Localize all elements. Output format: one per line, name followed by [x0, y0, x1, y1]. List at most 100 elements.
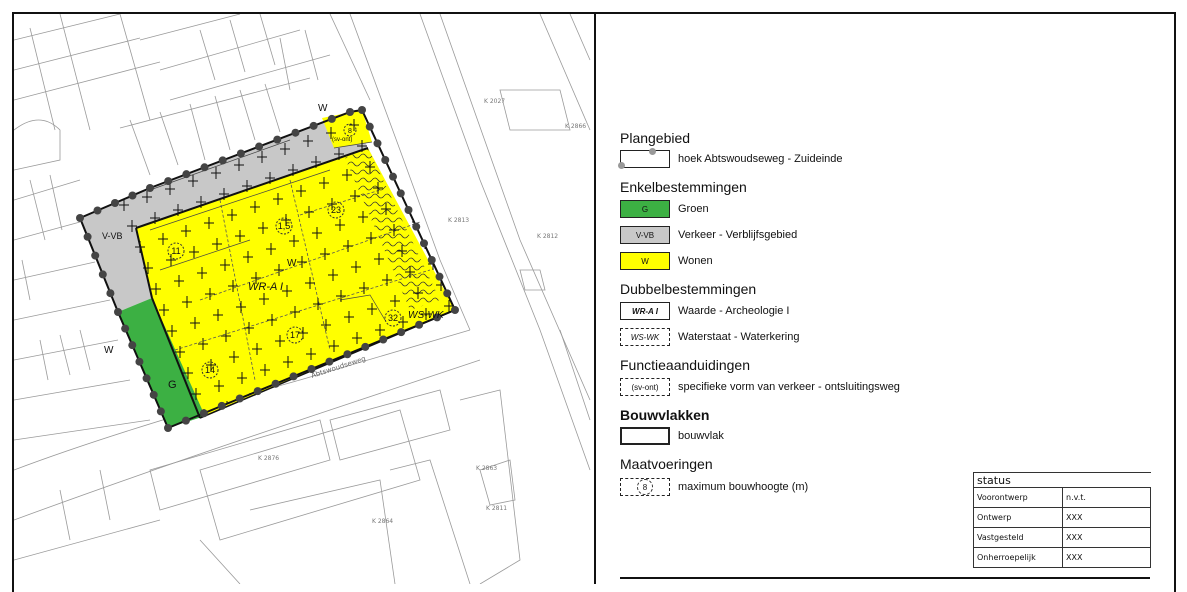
boundary-dot	[121, 324, 130, 333]
bouwvlak-swatch	[620, 427, 670, 445]
status-value: XXX	[1062, 547, 1151, 568]
archeology-cross	[333, 77, 343, 89]
boundary-dot	[135, 357, 144, 366]
archeology-cross	[450, 179, 455, 191]
status-label: Vastgesteld	[973, 527, 1063, 548]
boundary-dot	[76, 214, 84, 222]
height-value: 17	[290, 330, 300, 340]
legend-label: hoek Abtswoudseweg - Zuideinde	[678, 153, 843, 165]
boundary-dot	[435, 272, 444, 281]
legend-item-wonen: W Wonen	[620, 251, 713, 271]
status-label: Ontwerp	[973, 507, 1063, 528]
boundary-dot	[389, 172, 397, 181]
wonen-swatch: W	[620, 252, 670, 270]
archeology-cross	[441, 87, 451, 99]
archeology-cross	[371, 40, 381, 52]
archeology-cross	[388, 153, 398, 165]
archeology-cross	[379, 61, 389, 73]
archeology-cross	[372, 111, 382, 123]
boundary-dot	[343, 350, 352, 359]
plangebied-swatch	[618, 148, 670, 169]
archeology-cross	[149, 141, 159, 153]
boundary-dot	[111, 199, 119, 207]
height-value: 8	[348, 128, 352, 135]
parcel-label: K 2811	[486, 505, 507, 512]
archeology-cross	[442, 158, 452, 170]
legend-section-bouwvlakken: Bouwvlakken	[620, 407, 710, 423]
archeology-cross	[448, 37, 458, 49]
archeology-cross	[103, 157, 113, 169]
boundary-dot	[106, 289, 115, 298]
waarde-swatch: WR-A I	[620, 302, 670, 320]
zone-label-archeologie: WR-A I	[248, 281, 283, 293]
archeology-cross	[528, 247, 538, 259]
legend-item-plangebied: hoek Abtswoudseweg - Zuideinde	[618, 148, 843, 169]
archeology-cross	[496, 163, 506, 175]
archeology-cross	[302, 64, 312, 76]
height-value: 11	[171, 246, 180, 256]
legend-label: Wonen	[678, 255, 713, 267]
zone-label-w-top: W	[318, 103, 328, 114]
boundary-dot	[365, 122, 374, 131]
status-value: XXX	[1062, 527, 1151, 548]
legend-item-waarde: WR-A I Waarde - Archeologie I	[620, 301, 789, 321]
archeology-cross	[295, 114, 305, 126]
archeology-cross	[451, 250, 455, 262]
boundary-dot	[93, 206, 102, 215]
archeology-cross	[272, 122, 282, 134]
archeology-cross	[427, 187, 437, 199]
boundary-dot	[397, 328, 406, 337]
legend-baseline	[620, 577, 1150, 579]
status-value: n.v.t.	[1062, 487, 1151, 508]
boundary-dot	[146, 184, 154, 192]
boundary-dot	[381, 156, 390, 164]
archeology-cross	[498, 305, 508, 317]
status-table: status Voorontwerp n.v.t. Ontwerp XXX Vast…	[973, 472, 1151, 568]
boundary-dot	[420, 239, 428, 248]
legend-label: maximum bouwhoogte (m)	[678, 481, 809, 493]
archeology-cross	[512, 205, 522, 217]
archeology-cross	[403, 124, 413, 136]
archeology-cross	[111, 178, 121, 190]
boundary-dot	[164, 177, 173, 186]
legend-section-maat: Maatvoeringen	[620, 456, 713, 472]
zoning-map[interactable]: K 2027 K 2866 K 2813 K 2812 K 2876 K 286…	[14, 14, 594, 584]
boundary-dot	[156, 407, 165, 416]
boundary-dot	[164, 424, 172, 432]
legend-item-maat: 8 maximum bouwhoogte (m)	[620, 477, 808, 497]
archeology-cross	[134, 170, 144, 182]
archeology-cross	[433, 66, 443, 78]
boundary-dot	[98, 270, 107, 279]
boundary-dot	[373, 139, 382, 148]
boundary-dot	[346, 108, 354, 116]
boundary-dot	[361, 342, 370, 351]
legend-label: Waterstaat - Waterkering	[678, 331, 800, 343]
boundary-dot	[412, 222, 421, 231]
legend-panel: Plangebied hoek Abtswoudseweg - Zuideind…	[596, 14, 1174, 584]
archeology-cross	[126, 149, 136, 161]
boundary-dot	[271, 379, 280, 388]
status-label: Onherroepelijk	[973, 547, 1063, 568]
archeology-cross	[418, 95, 428, 107]
boundary-dot	[273, 135, 282, 144]
legend-section-dubbel: Dubbelbestemmingen	[620, 281, 757, 297]
boundary-dot	[114, 308, 122, 316]
boundary-dot	[218, 156, 227, 165]
archeology-cross	[387, 82, 397, 94]
boundary-dot	[358, 106, 366, 114]
height-value: 1,5	[278, 221, 291, 231]
status-label: Voorontwerp	[973, 487, 1063, 508]
functie-swatch: (sv-ont)	[620, 378, 670, 396]
boundary-dot	[404, 206, 413, 214]
archeology-cross	[490, 284, 500, 296]
boundary-dot	[91, 251, 100, 260]
legend-section-enkel: Enkelbestemmingen	[620, 179, 747, 195]
boundary-dot	[142, 374, 151, 383]
archeology-cross	[348, 48, 358, 60]
boundary-dot	[309, 121, 318, 130]
archeology-cross	[410, 74, 420, 86]
legend-item-waterstaat: WS-WK Waterstaat - Waterkering	[620, 327, 799, 347]
archeology-cross	[118, 128, 128, 140]
archeology-cross	[402, 53, 412, 65]
status-value: XXX	[1062, 507, 1151, 528]
